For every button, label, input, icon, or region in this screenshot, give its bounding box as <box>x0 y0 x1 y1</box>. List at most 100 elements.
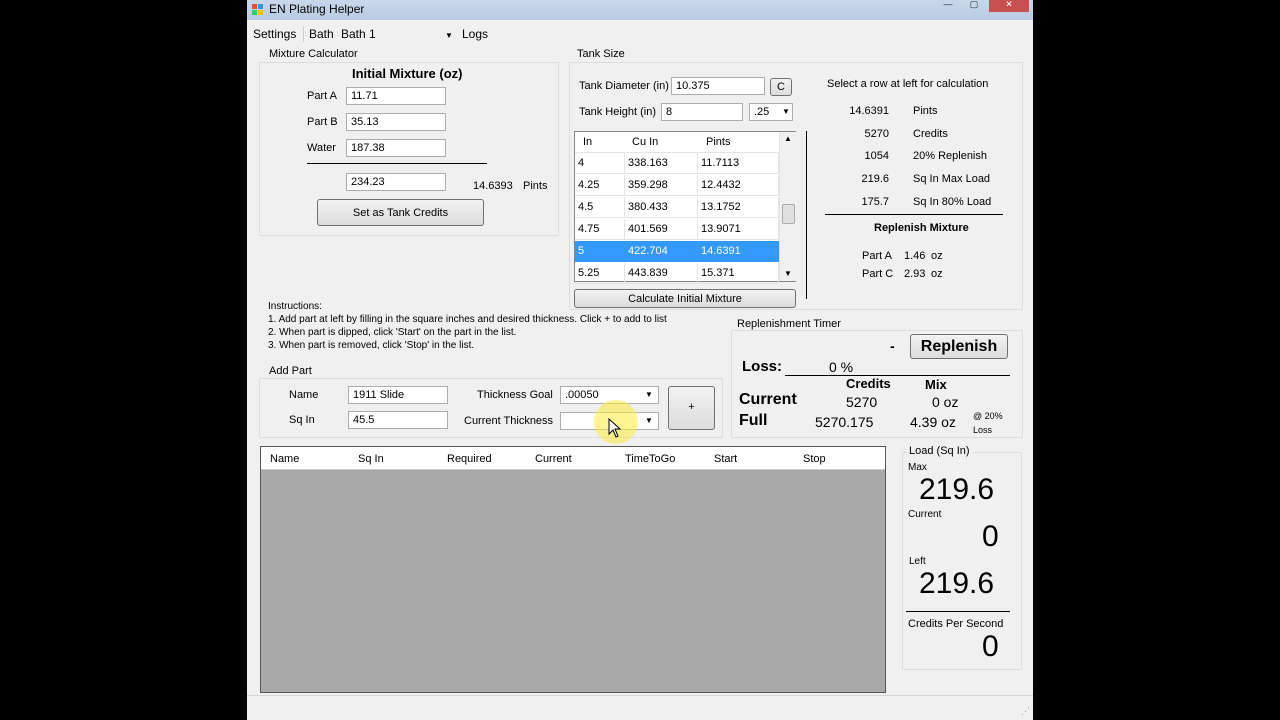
scroll-down-icon[interactable]: ▼ <box>784 269 792 278</box>
full-credits: 5270.175 <box>815 414 874 430</box>
tank-cell-in: 4.5 <box>575 197 625 218</box>
replenish-part-c-label: Part C <box>862 268 894 280</box>
calc-stat-value: 14.6391 <box>849 105 889 117</box>
menu-bath-label: Bath <box>309 27 334 41</box>
replenish-part-c-value: 2.93 <box>904 268 926 280</box>
tank-cell-pints: 13.1752 <box>698 197 779 218</box>
tank-table-row[interactable]: 5.25 443.839 15.371 <box>575 263 779 285</box>
col-header-pints[interactable]: Pints <box>706 136 730 148</box>
current-row-label: Current <box>739 391 797 408</box>
tank-cell-in: 4.25 <box>575 175 625 196</box>
water-field[interactable]: 187.38 <box>346 139 446 157</box>
water-label: Water <box>307 142 336 154</box>
timer-group-title: Replenishment Timer <box>735 318 843 330</box>
cps-label: Credits Per Second <box>908 618 1004 630</box>
load-current-label: Current <box>908 509 942 520</box>
col-header-cu-in[interactable]: Cu In <box>632 136 658 148</box>
timer-dash: - <box>890 338 895 354</box>
tank-table-row-selected[interactable]: 5 422.704 14.6391 <box>575 241 779 263</box>
bath-dropdown-arrow-icon[interactable]: ▼ <box>445 31 453 40</box>
window-title: EN Plating Helper <box>269 2 365 16</box>
part-sqin-field[interactable]: 45.5 <box>348 411 448 429</box>
col-header-sqin[interactable]: Sq In <box>358 453 384 465</box>
part-name-field[interactable]: 1911 Slide <box>348 386 448 404</box>
status-bar-border <box>247 695 1033 696</box>
tank-cell-cu-in: 380.433 <box>625 197 698 218</box>
tank-cell-in: 4 <box>575 153 625 174</box>
scroll-up-icon[interactable]: ▲ <box>784 134 792 143</box>
tank-table-header: In Cu In Pints <box>575 132 779 153</box>
set-tank-credits-button[interactable]: Set as Tank Credits <box>317 199 484 226</box>
calc-stat-label: Sq In Max Load <box>913 173 991 186</box>
replenish-part-a-label: Part A <box>862 250 892 262</box>
clear-diameter-button[interactable]: C <box>770 78 792 96</box>
loss-note-top: @ 20% <box>973 411 1003 421</box>
tank-cell-pints: 15.371 <box>698 263 779 284</box>
load-left-label: Left <box>909 556 926 567</box>
tank-cell-cu-in: 359.298 <box>625 175 698 196</box>
tank-cell-cu-in: 443.839 <box>625 263 698 284</box>
tank-height-label: Tank Height (in) <box>579 106 657 118</box>
credits-header: Credits <box>846 376 891 391</box>
load-max-label: Max <box>908 462 927 473</box>
cps-value: 0 <box>982 630 999 663</box>
mix-header: Mix <box>925 377 947 392</box>
calc-stat-value: 219.6 <box>861 173 889 186</box>
app-window: EN Plating Helper — ▢ ✕ Settings Bath Ba… <box>247 0 1033 720</box>
loss-value: 0 % <box>829 359 854 375</box>
menu-settings[interactable]: Settings <box>253 27 296 41</box>
add-part-group-title: Add Part <box>267 365 314 377</box>
instruction-line-3: 3. When part is removed, click 'Stop' in… <box>268 340 475 351</box>
current-chevron-down-icon[interactable]: ▼ <box>645 416 653 425</box>
col-header-current[interactable]: Current <box>535 453 572 465</box>
col-header-stop[interactable]: Stop <box>803 453 826 465</box>
tank-table-row[interactable]: 4.5 380.433 13.1752 <box>575 197 779 219</box>
tank-table-scrollbar[interactable]: ▲ ▼ <box>779 132 796 281</box>
add-part-button[interactable]: + <box>668 386 715 430</box>
instruction-line-2: 2. When part is dipped, click 'Start' on… <box>268 327 517 338</box>
col-header-in[interactable]: In <box>583 136 592 148</box>
col-header-start[interactable]: Start <box>714 453 737 465</box>
calc-stat-value: 1054 <box>864 150 889 163</box>
menu-bar: Settings Bath Bath 1 ▼ Logs <box>247 24 1033 44</box>
calculate-mixture-button[interactable]: Calculate Initial Mixture <box>574 289 796 308</box>
load-divider <box>906 611 1010 612</box>
col-header-name[interactable]: Name <box>270 453 299 465</box>
goal-chevron-down-icon[interactable]: ▼ <box>645 390 653 399</box>
load-left-value: 219.6 <box>919 567 995 600</box>
replenish-button[interactable]: Replenish <box>910 334 1008 359</box>
mixture-group-title: Mixture Calculator <box>267 48 360 60</box>
part-a-field[interactable]: 11.71 <box>346 87 446 105</box>
mouse-cursor-icon <box>608 418 622 438</box>
bath-select[interactable]: Bath 1 <box>341 27 376 41</box>
app-icon <box>252 4 263 15</box>
calc-stat-value: 5270 <box>864 127 889 140</box>
minimize-icon[interactable]: — <box>937 0 959 10</box>
tank-table-row[interactable]: 4 338.163 11.7113 <box>575 153 779 175</box>
total-field[interactable]: 234.23 <box>346 173 446 191</box>
col-header-required[interactable]: Required <box>447 453 492 465</box>
close-icon[interactable]: ✕ <box>989 0 1029 12</box>
tank-table-row[interactable]: 4.25 359.298 12.4432 <box>575 175 779 197</box>
load-current-value: 0 <box>982 520 999 553</box>
maximize-icon[interactable]: ▢ <box>963 0 985 10</box>
step-chevron-down-icon[interactable]: ▼ <box>782 107 790 116</box>
menu-logs[interactable]: Logs <box>462 27 488 41</box>
part-b-field[interactable]: 35.13 <box>346 113 446 131</box>
tank-cell-cu-in: 401.569 <box>625 219 698 240</box>
title-bar: EN Plating Helper — ▢ ✕ <box>247 0 1033 20</box>
tank-diameter-field[interactable]: 10.375 <box>671 77 765 95</box>
col-header-timetogo[interactable]: TimeToGo <box>625 453 675 465</box>
tank-table: In Cu In Pints 4 338.163 11.7113 4.25 359.29… <box>574 131 796 285</box>
tank-height-field[interactable]: 8 <box>661 103 743 121</box>
tank-table-row[interactable]: 4.75 401.569 13.9071 <box>575 219 779 241</box>
current-credits: 5270 <box>846 394 878 410</box>
scroll-thumb[interactable] <box>782 204 795 224</box>
full-mix: 4.39 oz <box>910 414 956 430</box>
parts-list[interactable]: Name Sq In Required Current TimeToGo Sta… <box>260 446 886 693</box>
resize-grip-icon[interactable]: ⋰ <box>1021 706 1030 717</box>
parts-list-header: Name Sq In Required Current TimeToGo Sta… <box>261 447 885 470</box>
calc-hint: Select a row at left for calculation <box>827 78 989 90</box>
tank-cell-in: 5.25 <box>575 263 625 284</box>
calc-stat-value: 175.7 <box>861 195 889 208</box>
